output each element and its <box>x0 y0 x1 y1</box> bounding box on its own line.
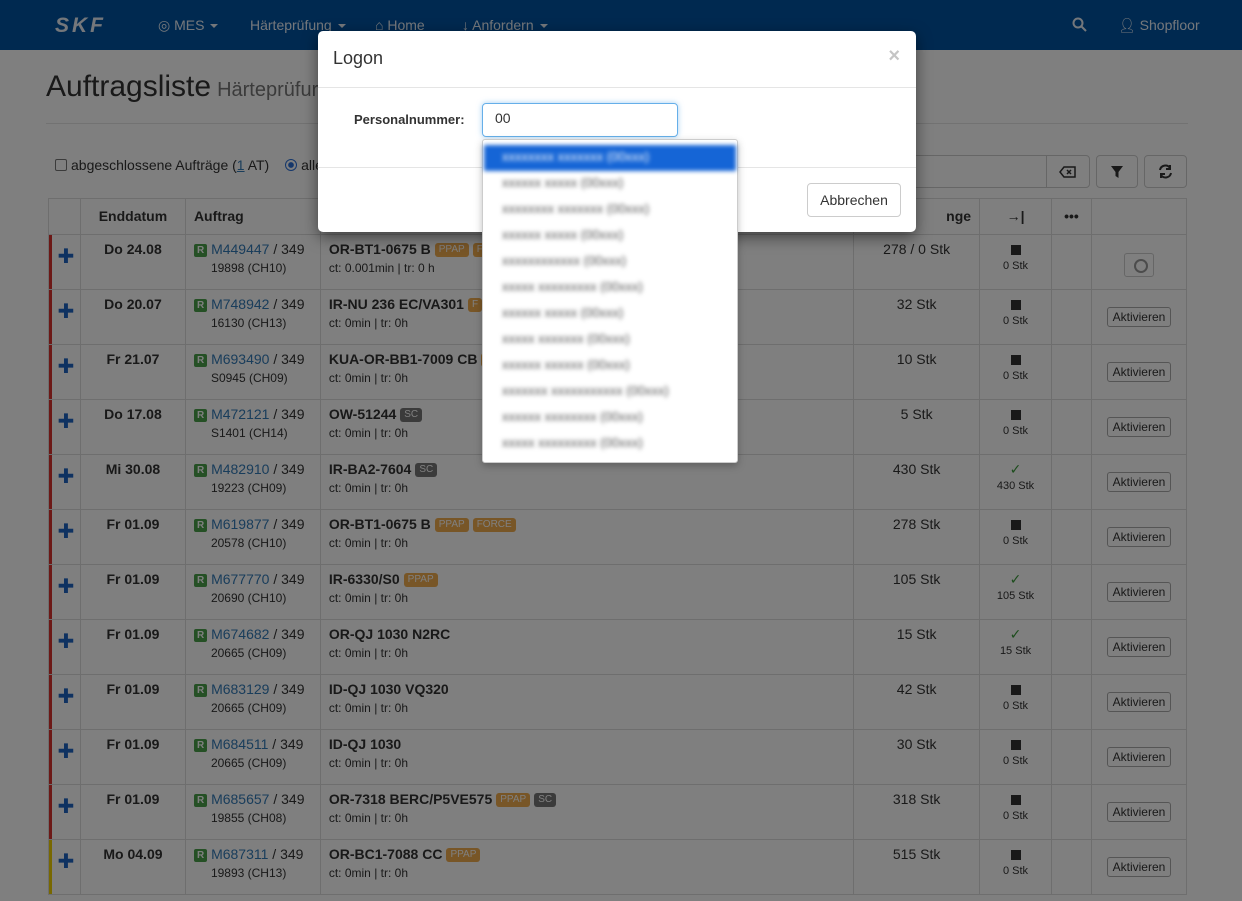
autocomplete-option[interactable]: xxxxxx xxxxxxxx (00xxx) <box>484 405 736 431</box>
personalnummer-input[interactable]: 00 <box>482 103 678 137</box>
autocomplete-option[interactable]: xxxxxx xxxxx (00xxx) <box>484 301 736 327</box>
autocomplete-option[interactable]: xxxxxxxx xxxxxxx (00xxx) <box>484 145 736 171</box>
cancel-button[interactable]: Abbrechen <box>807 183 901 217</box>
autocomplete-option[interactable]: xxxxx xxxxxxxxx (00xxx) <box>484 431 736 457</box>
close-icon[interactable]: × <box>888 45 900 68</box>
autocomplete-option[interactable]: xxxxxx xxxxx (00xxx) <box>484 171 736 197</box>
autocomplete-option[interactable]: xxxxxxxx xxxxxxx (00xxx) <box>484 197 736 223</box>
autocomplete-option[interactable]: xxxxx xxxxxxxxx (00xxx) <box>484 275 736 301</box>
personalnummer-label: Personalnummer: <box>354 112 465 127</box>
autocomplete-option[interactable]: xxxxx xxxxxxx (00xxx) <box>484 327 736 353</box>
autocomplete-option[interactable]: xxxxxx xxxxxx (00xxx) <box>484 353 736 379</box>
modal-header: Logon × <box>318 31 916 88</box>
autocomplete-option[interactable]: xxxxxxx xxxxxxxxxxx (00xxx) <box>484 379 736 405</box>
autocomplete-option[interactable]: xxxxxxxxxxxx (00xxx) <box>484 249 736 275</box>
autocomplete-dropdown: xxxxxxxx xxxxxxx (00xxx) xxxxxx xxxxx (00… <box>482 139 738 463</box>
autocomplete-option[interactable]: xxxxxx xxxxx (00xxx) <box>484 223 736 249</box>
modal-title: Logon <box>333 48 384 68</box>
